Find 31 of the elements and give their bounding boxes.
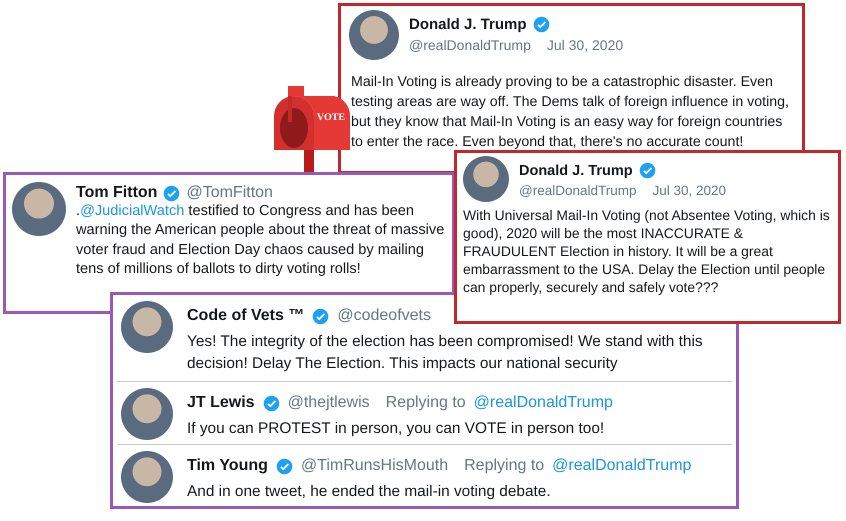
- author-name[interactable]: Tom Fitton: [76, 184, 158, 202]
- avatar[interactable]: [12, 182, 66, 236]
- tweet-text: Mail-In Voting is already proving to be a catastrophic disaster. Even testing areas are way off. The Dems talk of foreign influence in voting, but they know that Mail-In Voting is an easy way for foreign countries to enter the race. Even beyond that, there's no accurate count!: [350, 73, 790, 152]
- author-handle[interactable]: @realDonaldTrump: [409, 37, 531, 53]
- mention-link[interactable]: @JudicialWatch: [80, 203, 184, 219]
- author-name[interactable]: Tim Young: [187, 457, 268, 475]
- tweet-date[interactable]: Jul 30, 2020: [652, 183, 726, 198]
- author-handle[interactable]: @realDonaldTrump: [519, 183, 636, 198]
- tweet-date[interactable]: Jul 30, 2020: [546, 37, 624, 53]
- author-name[interactable]: Donald J. Trump: [519, 162, 633, 178]
- author-handle[interactable]: @TomFitton: [186, 184, 273, 202]
- reply-target-link[interactable]: @realDonaldTrump: [474, 394, 613, 412]
- author-name[interactable]: Donald J. Trump: [409, 16, 527, 33]
- author-name[interactable]: Code of Vets ™: [187, 307, 304, 325]
- avatar[interactable]: [121, 301, 173, 353]
- author-handle[interactable]: @thejtlewis: [288, 394, 370, 412]
- author-handle[interactable]: @codeofvets: [337, 307, 431, 325]
- tweet-text: With Universal Mail-In Voting (not Absentee Voting, which is good), 2020 will be the most INACCURATE & FRAUDULENT Election in history. It will be a great embarrassment to the USA. Delay the Election until people can properly, securely and safely vote???: [463, 206, 831, 296]
- reply-text: If you can PROTEST in person, you can VOTE in person too!: [187, 419, 606, 439]
- replying-label: Replying to: [386, 394, 466, 412]
- avatar[interactable]: [463, 156, 509, 202]
- tweet-text: .@JudicialWatch testified to Congress and has been warning the American people about the threat of massive voter fraud and Election Day chaos caused by mailing tens of millions of ballots to dirty voting rolls!: [76, 202, 446, 280]
- reply-text: Yes! The integrity of the election has been compromised! We stand with this decision! Delay The Election. This impacts our national security: [187, 332, 704, 374]
- avatar[interactable]: [349, 10, 399, 60]
- avatar[interactable]: [121, 388, 173, 440]
- avatar[interactable]: [121, 451, 173, 503]
- replying-label: Replying to: [464, 457, 544, 475]
- reply-text: And in one tweet, he ended the mail-in voting debate.: [187, 482, 552, 502]
- author-handle[interactable]: @TimRunsHisMouth: [300, 457, 448, 475]
- reply-target-link[interactable]: @realDonaldTrump: [552, 457, 692, 475]
- author-name[interactable]: JT Lewis: [187, 394, 255, 412]
